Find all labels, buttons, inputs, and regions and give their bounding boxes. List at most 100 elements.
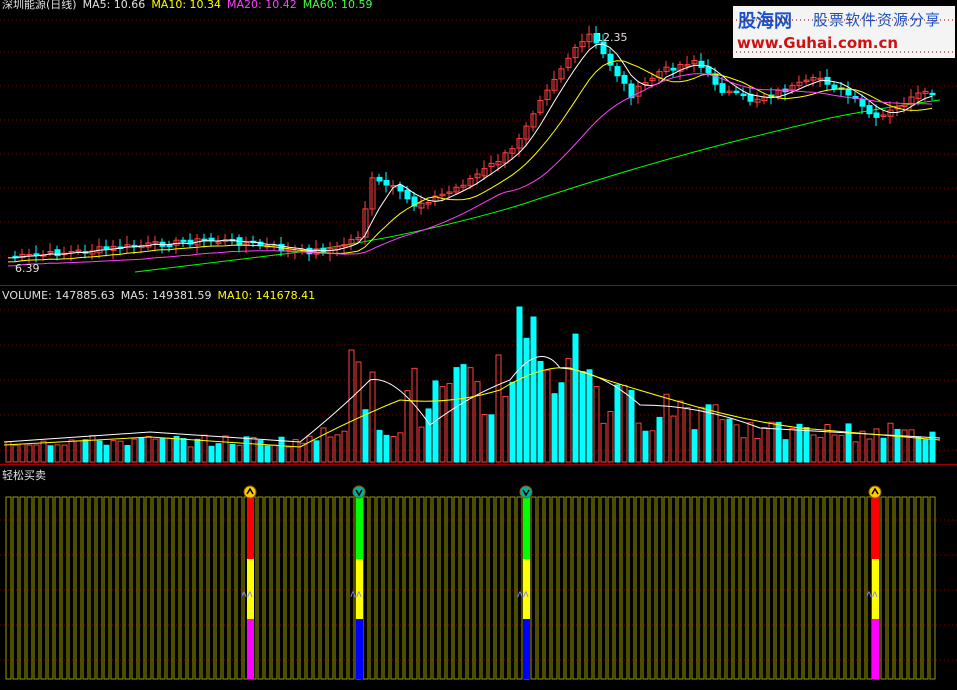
volume-bar	[523, 337, 530, 463]
volume-bar	[236, 444, 243, 463]
volume-bar	[593, 386, 600, 463]
volume-bar	[390, 436, 397, 463]
indicator-bar	[894, 496, 901, 680]
indicator-bar	[411, 496, 418, 680]
low-price-label: 6.39	[15, 262, 40, 275]
indicator-bar	[544, 496, 551, 680]
volume-bar	[292, 439, 299, 463]
volume-bar	[831, 434, 838, 463]
volume-bar	[439, 386, 446, 463]
candle-body	[845, 88, 852, 96]
indicator-bar	[775, 496, 782, 680]
indicator-bar	[481, 496, 488, 680]
candle-body	[698, 60, 705, 68]
indicator-bar	[705, 496, 712, 680]
volume-bar	[733, 424, 740, 463]
indicator-bar	[215, 496, 222, 680]
indicator-bar	[460, 496, 467, 680]
volume-bar	[75, 440, 82, 463]
indicator-bar	[537, 496, 544, 680]
volume-bar	[635, 422, 642, 463]
candle-body	[614, 66, 621, 77]
volume-bar	[355, 361, 362, 463]
volume-bar	[922, 439, 929, 463]
indicator-bar	[362, 496, 369, 680]
indicator-bar	[285, 496, 292, 680]
volume-bar	[663, 393, 670, 463]
indicator-bar	[838, 496, 845, 680]
indicator-bar	[803, 496, 810, 680]
signal-glyph: ʌʌ	[866, 589, 878, 600]
indicator-bar	[593, 496, 600, 680]
indicator-bar	[12, 496, 19, 680]
indicator-bar	[292, 496, 299, 680]
indicator-bar	[40, 496, 47, 680]
volume-bar	[537, 360, 544, 463]
volume-bar	[670, 415, 677, 463]
volume-bar	[173, 436, 180, 463]
volume-bar	[691, 429, 698, 463]
volume-bar	[341, 430, 348, 463]
volume-bar	[887, 422, 894, 463]
indicator-bar	[96, 496, 103, 680]
indicator-bar	[229, 496, 236, 680]
indicator-bar	[467, 496, 474, 680]
volume-bar	[166, 437, 173, 463]
indicator-bar	[369, 496, 376, 680]
indicator-bar	[572, 496, 579, 680]
indicator-bar	[54, 496, 61, 680]
volume-bar	[103, 444, 110, 463]
main-chart-canvas[interactable]: ʌʌ ʌʌ ʌʌ ʌʌ	[0, 0, 957, 690]
indicator-bar	[859, 496, 866, 680]
indicator-bar	[47, 496, 54, 680]
signal-glyph: ʌʌ	[350, 589, 362, 600]
ma-lines	[7, 43, 933, 267]
volume-bar	[873, 428, 880, 463]
indicator-bar	[817, 496, 824, 680]
candle-body	[404, 189, 411, 200]
volume-bar	[159, 437, 166, 463]
up-arrow-circle-icon	[243, 485, 257, 499]
volume-bar	[572, 333, 579, 463]
volume-bar	[607, 411, 614, 463]
indicator-bar	[89, 496, 96, 680]
indicator-bar	[327, 496, 334, 680]
volume-bar	[880, 437, 887, 463]
volume-bar	[425, 408, 432, 463]
volume-bar	[908, 429, 915, 463]
signal-segment	[523, 619, 530, 679]
candle-body	[873, 112, 880, 118]
volume-bar	[740, 437, 747, 463]
volume-bar	[642, 430, 649, 463]
signal-buy: ʌʌ	[866, 485, 882, 679]
indicator-bar	[684, 496, 691, 680]
volume-bar	[481, 413, 488, 463]
candle-body	[376, 176, 383, 182]
indicator-bar	[691, 496, 698, 680]
indicator-bar	[425, 496, 432, 680]
volume-bar	[656, 416, 663, 463]
indicator-bar	[453, 496, 460, 680]
indicator-bar	[33, 496, 40, 680]
indicator-bar	[376, 496, 383, 680]
volume-bar	[215, 443, 222, 463]
indicator-bar	[257, 496, 264, 680]
volume-bar	[313, 440, 320, 463]
indicator-bar	[432, 496, 439, 680]
volume-panel-header: VOLUME: 147885.63 MA5: 149381.59 MA10: 141…	[2, 289, 321, 302]
indicator-bar	[334, 496, 341, 680]
volume-bar	[26, 444, 33, 463]
volume-bar	[201, 434, 208, 463]
volume-bar	[453, 367, 460, 463]
indicator-bar	[278, 496, 285, 680]
volume-bar	[803, 427, 810, 463]
indicator-bar	[299, 496, 306, 680]
indicator-bar	[110, 496, 117, 680]
indicator-bar	[810, 496, 817, 680]
indicator-bar	[208, 496, 215, 680]
high-price-label: 12.35	[596, 31, 628, 44]
volume-bar	[33, 444, 40, 463]
volume-bar	[586, 369, 593, 463]
candle-body	[831, 84, 838, 90]
indicator-bar	[754, 496, 761, 680]
